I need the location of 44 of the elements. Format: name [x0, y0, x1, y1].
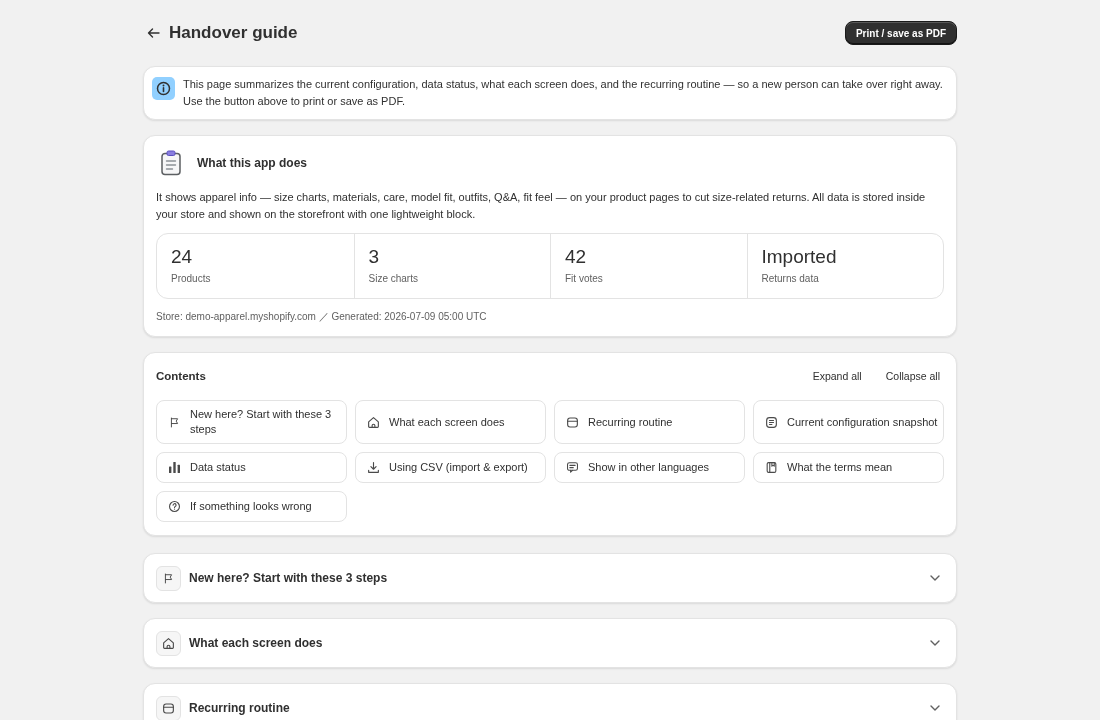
flag-icon — [156, 565, 181, 591]
stat-value: 42 — [565, 245, 588, 269]
contents-link[interactable]: Data status — [156, 452, 347, 483]
stat-label: Size charts — [368, 272, 419, 286]
home-icon — [368, 416, 379, 428]
speech-bubble-icon — [567, 462, 578, 473]
book-icon — [766, 462, 777, 473]
download-icon — [368, 462, 379, 473]
contents-link[interactable]: Show in other languages — [554, 452, 745, 483]
help-icon — [169, 501, 180, 512]
document-icon — [766, 416, 777, 428]
info-text: This page summarizes the current configuration, data status, what each screen does, and the recurring routine — so a new person can take over right away. Use the button above to print or save as PDF. — [183, 77, 943, 109]
card-title: What this app does — [197, 155, 307, 172]
contents-link[interactable]: What each screen does — [355, 400, 546, 444]
info-icon — [152, 77, 175, 100]
stat-label: Fit votes — [565, 272, 604, 286]
stat-value: Imported — [761, 245, 838, 269]
stat-label: Returns data — [761, 272, 820, 286]
text-button[interactable]: Expand all — [806, 366, 868, 388]
calendar-icon — [567, 416, 578, 428]
store-info-text: Store: demo-apparel.myshopify.com ／ Generated: 2026-07-09 05:00 UTC — [156, 310, 488, 324]
print-button[interactable]: Print / save as PDF — [844, 21, 957, 45]
clipboard-icon — [160, 150, 182, 176]
accordion-header[interactable]: What each screen does — [143, 618, 957, 668]
flag-icon — [169, 416, 180, 428]
contents-link[interactable]: New here? Start with these 3 steps — [156, 400, 347, 444]
arrow-left-icon — [146, 28, 160, 38]
accordion-header[interactable]: Recurring routine — [143, 683, 957, 720]
bar-chart-icon — [169, 462, 180, 473]
calendar-icon — [156, 695, 181, 720]
page-title: Handover guide — [169, 22, 298, 44]
contents-link[interactable]: Current configuration snapshot — [753, 400, 944, 444]
card-title: Contents — [156, 369, 206, 385]
contents-link[interactable]: If something looks wrong — [156, 491, 347, 522]
accordion-header[interactable]: New here? Start with these 3 steps — [143, 553, 957, 603]
stat-value: 3 — [368, 245, 381, 269]
contents-link[interactable]: What the terms mean — [753, 452, 944, 483]
contents-link[interactable]: Using CSV (import & export) — [355, 452, 546, 483]
text-button[interactable]: Collapse all — [879, 366, 946, 388]
home-icon — [156, 630, 181, 656]
stat-label: Products — [171, 272, 212, 286]
stat-value: 24 — [171, 245, 194, 269]
contents-link[interactable]: Recurring routine — [554, 400, 745, 444]
description-text: It shows apparel info — size charts, materials, care, model fit, outfits, Q&A, fit feel — on your product pages to cut size-related returns. All data is stored inside your store and shown on the storefront with one lightweight block. — [156, 190, 927, 222]
